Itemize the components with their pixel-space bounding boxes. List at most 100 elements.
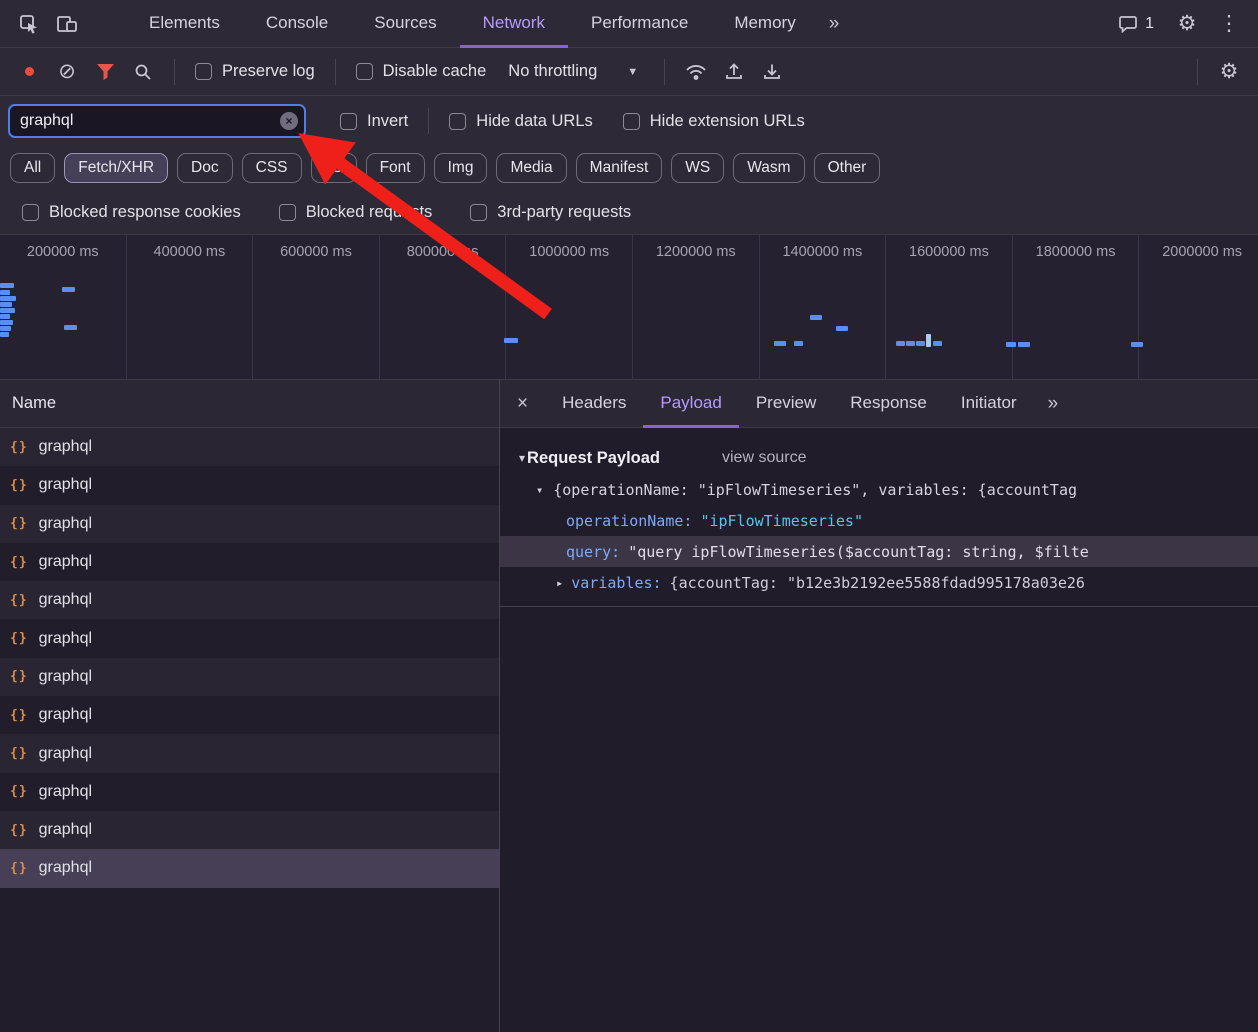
payload-row-query[interactable]: query: "query ipFlowTimeseries($accountT… (500, 536, 1258, 567)
clear-filter-icon[interactable]: × (280, 112, 298, 130)
timeline-column: 400000 ms (127, 235, 254, 379)
invert-checkbox[interactable]: Invert (340, 112, 408, 131)
payload-key: operationName: (566, 512, 692, 530)
filter-options-row: Blocked response cookies Blocked request… (0, 190, 1258, 234)
hide-data-urls-checkbox[interactable]: Hide data URLs (449, 112, 592, 131)
network-filter-row: × Invert Hide data URLs Hide extension U… (0, 96, 1258, 146)
type-filter-chip[interactable]: Img (434, 153, 488, 183)
details-tab[interactable]: Preview (739, 380, 833, 428)
timeline-tick-label: 200000 ms (27, 244, 99, 260)
timeline-tick-label: 1000000 ms (529, 244, 609, 260)
request-row[interactable]: graphql (0, 428, 499, 466)
more-details-tabs-chevron-icon[interactable]: » (1034, 393, 1073, 415)
throttling-dropdown[interactable]: No throttling ▼ (508, 62, 638, 81)
request-list: graphql graphql graphql graphql (0, 428, 499, 1032)
fetch-xhr-icon (10, 784, 28, 799)
payload-row-operation-name[interactable]: operationName: "ipFlowTimeseries" (500, 505, 1258, 536)
record-network-log-button[interactable] (10, 55, 48, 89)
fetch-xhr-icon (10, 516, 28, 531)
timeline-tick-label: 2000000 ms (1162, 244, 1242, 260)
settings-gear-icon[interactable]: ⚙ (1168, 7, 1206, 41)
payload-key: query: (566, 543, 620, 561)
type-filter-chip[interactable]: WS (671, 153, 724, 183)
request-row[interactable]: graphql (0, 505, 499, 543)
payload-summary-text: {operationName: "ipFlowTimeseries", vari… (553, 481, 1077, 499)
more-tabs-chevron-icon[interactable]: » (819, 13, 850, 35)
devtools-tab[interactable]: Sources (351, 0, 459, 48)
timeline-column: 800000 ms (380, 235, 507, 379)
filter-option-checkbox[interactable]: Blocked response cookies (22, 203, 241, 222)
type-filter-chip[interactable]: Manifest (576, 153, 663, 183)
device-toolbar-icon[interactable] (48, 7, 86, 41)
top-bar-right-controls: 1 ⚙ ⋮ (1109, 7, 1258, 41)
name-column-header[interactable]: Name (0, 380, 499, 428)
type-filter-chip[interactable]: JS (311, 153, 357, 183)
type-filter-chip[interactable]: Fetch/XHR (64, 153, 168, 183)
export-har-icon[interactable] (753, 55, 791, 89)
payload-row-variables[interactable]: ▸ variables: {accountTag: "b12e3b2192ee5… (500, 567, 1258, 598)
network-conditions-icon[interactable] (677, 55, 715, 89)
request-row[interactable]: graphql (0, 734, 499, 772)
search-icon[interactable] (124, 55, 162, 89)
request-name: graphql (39, 706, 92, 724)
request-row[interactable]: graphql (0, 466, 499, 504)
request-payload-section[interactable]: ▾ Request Payload view source (500, 442, 1258, 474)
network-overview-timeline[interactable]: 200000 ms 400000 ms 600000 ms 800000 ms … (0, 234, 1258, 380)
clear-network-log-icon[interactable]: ⊘ (48, 55, 86, 89)
payload-summary-row[interactable]: ▾ {operationName: "ipFlowTimeseries", va… (500, 474, 1258, 505)
type-filter-chip[interactable]: Wasm (733, 153, 804, 183)
devtools-tab[interactable]: Performance (568, 0, 711, 48)
disable-cache-label: Disable cache (383, 62, 487, 81)
request-row[interactable]: graphql (0, 619, 499, 657)
hide-extension-urls-label: Hide extension URLs (650, 112, 805, 131)
request-row[interactable]: graphql (0, 696, 499, 734)
type-filter-chip[interactable]: Doc (177, 153, 233, 183)
request-row[interactable]: graphql (0, 543, 499, 581)
request-name: graphql (39, 476, 92, 494)
payload-value: {accountTag: "b12e3b2192ee5588fdad995178… (670, 574, 1085, 592)
details-tab[interactable]: Initiator (944, 380, 1034, 428)
network-settings-gear-icon[interactable]: ⚙ (1210, 55, 1248, 89)
request-row[interactable]: graphql (0, 581, 499, 619)
network-filter-input[interactable] (8, 104, 306, 138)
devtools-tab[interactable]: Elements (126, 0, 243, 48)
preserve-log-label: Preserve log (222, 62, 315, 81)
fetch-xhr-icon (10, 861, 28, 876)
details-tab[interactable]: Payload (643, 380, 738, 428)
type-filter-chip[interactable]: CSS (242, 153, 302, 183)
console-messages-button[interactable]: 1 (1109, 15, 1164, 33)
devtools-tab[interactable]: Memory (711, 0, 818, 48)
type-filter-chip[interactable]: Other (814, 153, 881, 183)
type-filter-chip[interactable]: Font (366, 153, 425, 183)
preserve-log-checkbox[interactable]: Preserve log (195, 62, 315, 81)
more-options-icon[interactable]: ⋮ (1210, 7, 1248, 41)
devtools-tab[interactable]: Console (243, 0, 351, 48)
devtools-tab[interactable]: Network (460, 0, 568, 48)
timeline-column: 200000 ms (0, 235, 127, 379)
request-row[interactable]: graphql (0, 773, 499, 811)
checkbox-icon (340, 113, 357, 130)
close-details-icon[interactable]: × (500, 393, 545, 415)
filter-icon[interactable] (86, 55, 124, 89)
type-filter-chip[interactable]: Media (496, 153, 566, 183)
request-type-filters: All Fetch/XHR Doc CSS JS Font Img Media … (0, 146, 1258, 190)
disable-cache-checkbox[interactable]: Disable cache (356, 62, 487, 81)
details-tab[interactable]: Response (833, 380, 944, 428)
chat-bubble-icon (1119, 15, 1138, 33)
filter-option-checkbox[interactable]: 3rd-party requests (470, 203, 631, 222)
view-source-link[interactable]: view source (722, 449, 806, 467)
type-filter-chip[interactable]: All (10, 153, 55, 183)
request-name: graphql (39, 591, 92, 609)
expand-caret-icon: ▾ (536, 483, 543, 497)
devtools-tabs: Elements Console Sources Network Perform… (126, 0, 819, 48)
request-row[interactable]: graphql (0, 658, 499, 696)
filter-option-checkbox[interactable]: Blocked requests (279, 203, 433, 222)
request-row[interactable]: graphql (0, 811, 499, 849)
throttling-value: No throttling (508, 62, 597, 81)
details-tab[interactable]: Headers (545, 380, 643, 428)
network-toolbar: ⊘ Preserve log Disable cache No throttli… (0, 48, 1258, 96)
import-har-icon[interactable] (715, 55, 753, 89)
request-row[interactable]: graphql (0, 849, 499, 887)
hide-extension-urls-checkbox[interactable]: Hide extension URLs (623, 112, 805, 131)
inspect-element-icon[interactable] (10, 7, 48, 41)
